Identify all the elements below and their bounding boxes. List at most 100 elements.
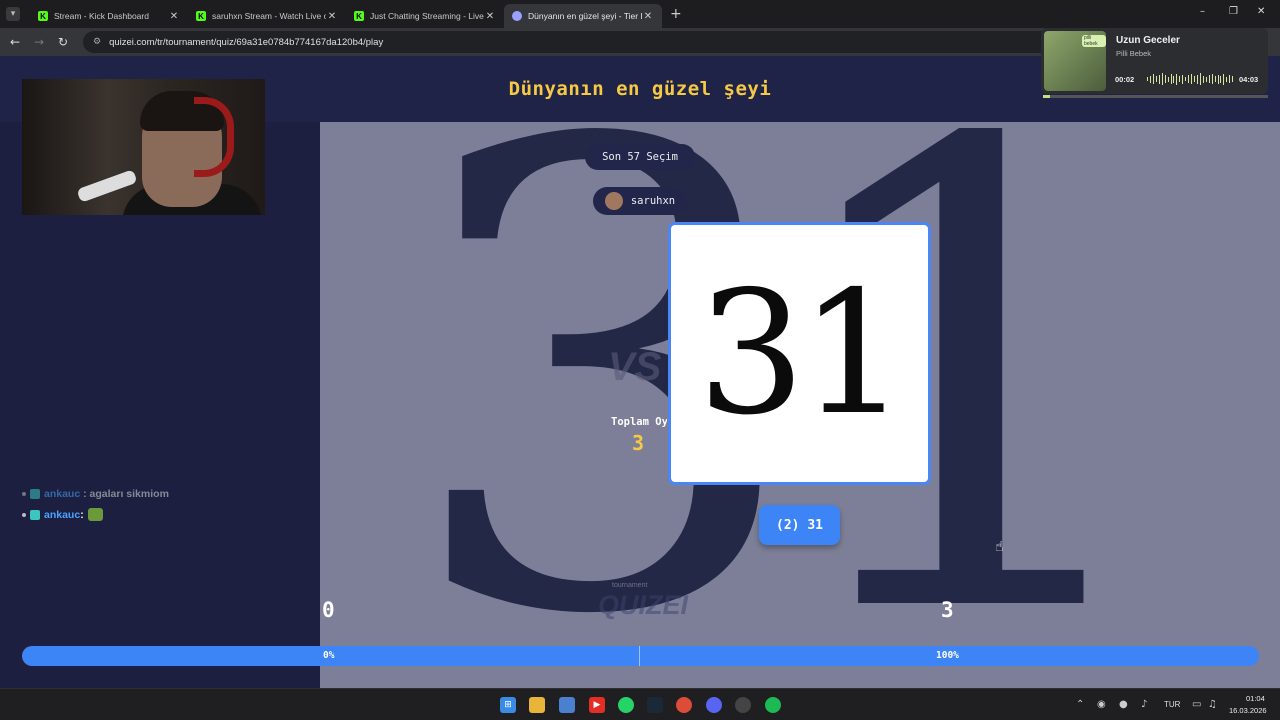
waveform-bar [1173, 75, 1175, 83]
waveform-bar [1223, 73, 1225, 85]
now-playing-widget: pilli bebek Uzun Geceler Pilli Bebek 00:… [1041, 28, 1268, 94]
vs-logo: VS [608, 345, 662, 389]
tab-title: Stream - Kick Dashboard [54, 11, 149, 21]
waveform-bar [1149, 75, 1151, 83]
waveform-bar [1199, 73, 1201, 85]
kick-icon: K [38, 11, 48, 21]
pepe-emote-icon [87, 508, 103, 521]
restore-icon[interactable]: ❐ [1229, 6, 1238, 17]
back-icon[interactable]: ← [3, 35, 27, 49]
window-close-icon[interactable]: ✕ [1257, 6, 1265, 17]
chat-message: ankauc : [22, 508, 103, 521]
album-art: pilli bebek [1044, 31, 1106, 91]
progress-divider [639, 646, 640, 666]
browser-tab-2[interactable]: K saruhxn Stream - Watch Live on ✕ [188, 4, 346, 28]
browser-tab-bar: ▾ K Stream - Kick Dashboard ✕ K saruhxn … [0, 0, 1280, 28]
waveform-bar [1205, 76, 1207, 82]
tab-title: Dünyanın en güzel şeyi - Tier Li [528, 11, 642, 21]
tray-steam-icon[interactable]: ◉ [1097, 699, 1106, 710]
chrome-icon[interactable] [676, 697, 692, 713]
waveform-bar [1147, 77, 1148, 81]
user-badge-icon [30, 509, 40, 520]
waveform-bar [1182, 74, 1184, 84]
score-right: 3 [941, 598, 954, 622]
browser-tab-3[interactable]: K Just Chatting Streaming - Live ✕ [346, 4, 504, 28]
waveform-bar [1170, 74, 1172, 84]
clock-time[interactable]: 01:04 [1246, 694, 1265, 703]
percent-right: 100% [936, 650, 959, 661]
close-tab-icon[interactable]: ✕ [326, 11, 338, 22]
waveform-bar [1155, 76, 1157, 82]
kick-icon: K [354, 11, 364, 21]
forward-icon[interactable]: → [27, 35, 51, 49]
waveform-bar [1211, 74, 1213, 84]
bullet-icon [22, 492, 26, 496]
waveform-bar [1164, 75, 1166, 83]
tray-overflow-icon[interactable]: ⌃ [1076, 699, 1084, 710]
waveform-bar [1217, 74, 1219, 84]
start-menu-icon[interactable]: ⊞ [500, 697, 516, 713]
volume-icon[interactable]: ♫ [1208, 699, 1217, 710]
chat-message-text: agaları sikmiom [89, 488, 169, 500]
waveform-bar [1158, 74, 1160, 84]
waveform-bar [1229, 75, 1231, 83]
spotify-icon[interactable] [765, 697, 781, 713]
waveform-bar [1202, 75, 1204, 83]
recent-choices-badge: Son 57 Seçim [585, 144, 695, 170]
waveform-bar [1220, 75, 1222, 83]
bullet-icon [22, 512, 26, 517]
username: saruhxn [630, 195, 676, 207]
file-explorer-icon[interactable] [529, 697, 545, 713]
language-indicator[interactable]: TUR [1164, 700, 1180, 709]
discord-icon[interactable] [706, 697, 722, 713]
reload-icon[interactable]: ↻ [51, 35, 75, 49]
chat-message: ankauc : agaları sikmiom [22, 488, 169, 500]
tab-title: Just Chatting Streaming - Live [370, 11, 484, 21]
whatsapp-icon[interactable] [618, 697, 634, 713]
new-tab-icon[interactable]: + [670, 6, 682, 22]
site-info-icon[interactable]: ⚙ [93, 37, 101, 47]
clock-date[interactable]: 16.03.2026 [1229, 706, 1267, 715]
time-current: 00:02 [1115, 75, 1135, 84]
waveform-bar [1196, 74, 1198, 84]
quizei-watermark-logo: QUIZEI [598, 590, 689, 620]
chat-username: ankauc [44, 488, 81, 500]
percent-left: 0% [323, 650, 335, 661]
choice-card[interactable]: 31 [668, 222, 931, 485]
vote-progress-bar: 0% 100% [22, 646, 1259, 666]
tab-title: saruhxn Stream - Watch Live on [212, 11, 326, 21]
microphone-tray-icon[interactable]: ♪ [1141, 699, 1147, 710]
kick-icon: K [196, 11, 206, 21]
music-progress-fill [1043, 95, 1050, 98]
minimize-icon[interactable]: – [1200, 6, 1205, 17]
user-badge: saruhxn [593, 187, 687, 215]
browser-tab-4[interactable]: Dünyanın en güzel şeyi - Tier Li ✕ [504, 4, 662, 28]
webcam-overlay [22, 79, 265, 215]
close-tab-icon[interactable]: ✕ [168, 11, 180, 22]
tab-search-icon[interactable]: ▾ [6, 7, 20, 21]
url-field[interactable]: ⚙ quizei.com/tr/tournament/quiz/69a31e07… [83, 31, 1083, 53]
close-tab-icon[interactable]: ✕ [642, 11, 654, 22]
choice-card-image-text: 31 [697, 254, 907, 453]
time-total: 04:03 [1239, 75, 1259, 84]
obs-icon[interactable] [735, 697, 751, 713]
tray-app-icon[interactable]: ● [1119, 699, 1128, 710]
steam-icon[interactable] [647, 697, 663, 713]
choice-button[interactable]: (2) 31 [759, 505, 840, 545]
waveform-bar [1194, 76, 1195, 82]
network-icon[interactable]: ▭ [1192, 699, 1201, 710]
hand-cursor-icon: ☝ [995, 539, 1004, 555]
waveform-bar [1208, 75, 1210, 83]
chat-text: : agaları sikmiom [80, 488, 169, 500]
url-text: quizei.com/tr/tournament/quiz/69a31e0784… [109, 36, 384, 48]
song-artist: Pilli Bebek [1116, 49, 1152, 58]
close-tab-icon[interactable]: ✕ [484, 11, 496, 22]
browser-tab-1[interactable]: K Stream - Kick Dashboard ✕ [30, 4, 188, 28]
store-icon[interactable] [559, 697, 575, 713]
quiz-title: Dünyanın en güzel şeyi [508, 78, 772, 100]
quizei-icon [512, 11, 522, 21]
waveform-bar [1152, 74, 1154, 84]
score-left: 0 [322, 598, 335, 622]
youtube-icon[interactable]: ▶ [589, 697, 605, 713]
total-votes-value: 3 [632, 431, 645, 455]
